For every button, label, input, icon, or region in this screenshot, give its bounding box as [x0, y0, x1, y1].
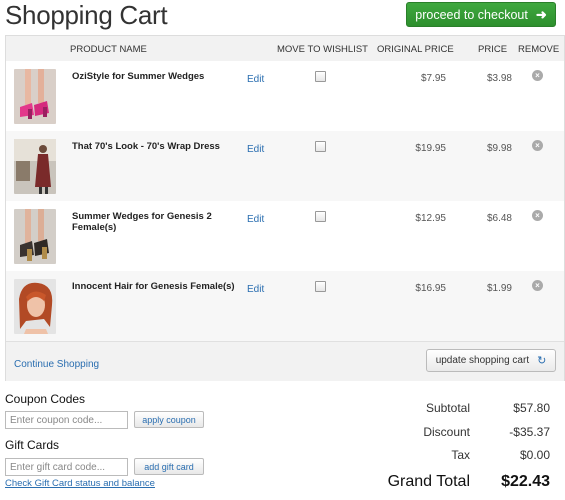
product-name: OziStyle for Summer Wedges	[72, 71, 205, 82]
product-thumbnail[interactable]	[14, 279, 56, 334]
original-price: $19.95	[415, 143, 446, 154]
grand-total-value: $22.43	[501, 473, 550, 490]
cart-row: That 70's Look - 70's Wrap Dress Edit $1…	[6, 131, 564, 201]
remove-icon[interactable]: ×	[532, 70, 543, 81]
arrow-right-icon: ➜	[535, 6, 547, 22]
column-remove: REMOVE	[518, 44, 560, 55]
update-button-label: update shopping cart	[435, 355, 530, 366]
cart-footer: Continue Shopping update shopping cart ↻	[6, 341, 564, 381]
column-original-price: ORIGINAL PRICE	[377, 44, 454, 55]
product-thumbnail[interactable]	[14, 69, 56, 124]
price: $6.48	[486, 213, 512, 224]
coupon-codes-heading: Coupon Codes	[5, 392, 86, 406]
column-price: PRICE	[478, 44, 508, 55]
page-title: Shopping Cart	[5, 0, 168, 30]
remove-icon[interactable]: ×	[532, 210, 543, 221]
price: $9.98	[486, 143, 512, 154]
original-price: $7.95	[420, 73, 446, 84]
cart-row: OziStyle for Summer Wedges Edit $7.95 $3…	[6, 61, 564, 131]
cart-row: Innocent Hair for Genesis Female(s) Edit…	[6, 271, 564, 341]
product-name: That 70's Look - 70's Wrap Dress	[72, 141, 220, 152]
column-move-to-wishlist: MOVE TO WISHLIST	[277, 44, 368, 55]
move-to-wishlist-checkbox[interactable]	[315, 211, 326, 222]
product-thumbnail[interactable]	[14, 139, 56, 194]
edit-link[interactable]: Edit	[247, 284, 264, 295]
apply-coupon-button[interactable]: apply coupon	[134, 411, 204, 428]
check-gift-card-link[interactable]: Check Gift Card status and balance	[5, 478, 155, 489]
move-to-wishlist-checkbox[interactable]	[315, 71, 326, 82]
proceed-to-checkout-button[interactable]: proceed to checkout ➜	[406, 2, 556, 27]
cart-table: PRODUCT NAME MOVE TO WISHLIST ORIGINAL P…	[5, 35, 565, 381]
checkout-button-label: proceed to checkout	[415, 7, 528, 22]
original-price: $12.95	[415, 213, 446, 224]
remove-icon[interactable]: ×	[532, 140, 543, 151]
add-gift-card-button[interactable]: add gift card	[134, 458, 204, 475]
product-thumbnail[interactable]	[14, 209, 56, 264]
move-to-wishlist-checkbox[interactable]	[315, 281, 326, 292]
move-to-wishlist-checkbox[interactable]	[315, 141, 326, 152]
remove-icon[interactable]: ×	[532, 280, 543, 291]
edit-link[interactable]: Edit	[247, 74, 264, 85]
continue-shopping-link[interactable]: Continue Shopping	[14, 359, 99, 370]
gift-cards-heading: Gift Cards	[5, 438, 60, 452]
tax-value: $0.00	[519, 448, 550, 462]
coupon-code-input[interactable]	[5, 411, 128, 429]
tax-label: Tax	[451, 448, 470, 462]
price: $3.98	[486, 73, 512, 84]
discount-label: Discount	[423, 425, 470, 439]
cart-table-header: PRODUCT NAME MOVE TO WISHLIST ORIGINAL P…	[6, 36, 564, 61]
price: $1.99	[486, 283, 512, 294]
column-product-name: PRODUCT NAME	[70, 44, 147, 55]
cart-row: Summer Wedges for Genesis 2 Female(s) Ed…	[6, 201, 564, 271]
discount-value: -$35.37	[509, 425, 550, 439]
gift-card-input[interactable]	[5, 458, 128, 476]
edit-link[interactable]: Edit	[247, 214, 264, 225]
edit-link[interactable]: Edit	[247, 144, 264, 155]
subtotal-value: $57.80	[513, 401, 550, 415]
refresh-icon: ↻	[537, 355, 547, 367]
subtotal-label: Subtotal	[425, 401, 470, 415]
grand-total-label: Grand Total	[387, 473, 470, 490]
original-price: $16.95	[415, 283, 446, 294]
product-name: Innocent Hair for Genesis Female(s)	[72, 281, 235, 292]
update-shopping-cart-button[interactable]: update shopping cart ↻	[426, 349, 556, 372]
product-name: Summer Wedges for Genesis 2 Female(s)	[72, 211, 212, 233]
